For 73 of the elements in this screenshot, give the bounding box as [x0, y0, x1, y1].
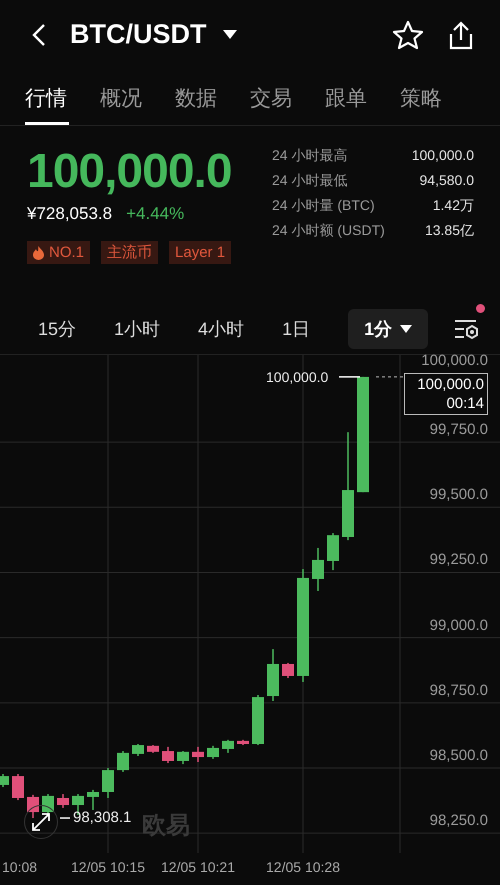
caret-icon[interactable] — [222, 30, 236, 40]
stat-value: 1.42万 — [432, 196, 474, 216]
candle — [327, 533, 339, 570]
stat-label: 24 小时最高 — [272, 146, 348, 166]
candle — [192, 746, 204, 762]
tag[interactable]: 主流币 — [101, 241, 158, 264]
candle — [12, 774, 24, 800]
candle — [237, 740, 249, 746]
interval-tab[interactable]: 1小时 — [114, 309, 160, 349]
tab[interactable]: 跟单 — [325, 70, 400, 126]
tab[interactable]: 交易 — [250, 70, 325, 126]
stat-value: 13.85亿 — [424, 221, 474, 240]
tag[interactable]: NO.1 — [27, 241, 90, 264]
caret-icon — [400, 325, 412, 333]
tab[interactable]: 概况 — [100, 70, 175, 126]
stat-label: 24 小时最低 — [272, 171, 348, 190]
stat-value: 94,580.0 — [420, 171, 474, 190]
flame-icon — [33, 246, 44, 260]
indicator-settings-icon[interactable] — [454, 318, 480, 340]
axis-label: 12/05 10:15 — [71, 859, 145, 875]
axis-label: 98,750.0 — [430, 682, 488, 700]
high-marker-label: 100,000.0 — [266, 368, 328, 386]
stat-label: 24 小时额 (USDT) — [272, 221, 385, 240]
axis-label: 12/05 10:21 — [161, 859, 235, 875]
pair-title[interactable]: BTC/USDT — [70, 19, 206, 50]
candle — [177, 751, 189, 764]
candle — [87, 790, 99, 810]
interval-tab[interactable]: 15分 — [38, 309, 76, 349]
interval-tab[interactable]: 1分 — [348, 309, 428, 349]
tab[interactable]: 数据 — [175, 70, 250, 126]
interval-tab[interactable]: 4小时 — [198, 309, 244, 349]
high-marker-line — [339, 376, 360, 378]
stat-label: 24 小时量 (BTC) — [272, 196, 375, 216]
candle — [147, 745, 159, 753]
axis-label: 100,000.0 — [421, 352, 488, 370]
candle — [57, 794, 69, 808]
axis-label: 99,750.0 — [430, 421, 488, 440]
last-price: 100,000.0 — [27, 144, 233, 200]
stat-value: 100,000.0 — [412, 146, 474, 166]
share-icon[interactable] — [448, 20, 474, 50]
back-icon[interactable] — [32, 22, 46, 47]
axis-label: 10:08 — [2, 859, 38, 875]
axis-label: 12/05 10:28 — [266, 859, 340, 875]
candle — [102, 768, 114, 798]
candle — [282, 662, 294, 678]
countdown: 00:14 — [446, 394, 484, 413]
interval-tab[interactable]: 1日 — [282, 309, 310, 349]
axis-label: 99,250.0 — [430, 551, 488, 570]
expand-button[interactable] — [24, 805, 58, 839]
last-price-value: 100,000.0 — [417, 374, 484, 394]
candle — [207, 746, 219, 759]
low-marker-line — [60, 817, 70, 819]
axis-label: 98,250.0 — [430, 812, 488, 830]
tag[interactable]: Layer 1 — [169, 241, 232, 264]
candle — [117, 751, 129, 772]
candle — [252, 695, 264, 746]
candle — [312, 548, 324, 591]
candle — [267, 649, 279, 701]
axis-label: 98,500.0 — [430, 747, 488, 765]
candle — [0, 774, 9, 788]
expand-icon — [31, 812, 51, 832]
axis-label: 99,500.0 — [430, 486, 488, 504]
price-change: +4.44% — [126, 204, 184, 224]
cny-price: ¥728,053.8 — [27, 204, 112, 224]
axis-label: 99,000.0 — [430, 616, 488, 635]
candle — [132, 744, 144, 756]
tab[interactable]: 策略 — [400, 70, 475, 126]
candle — [162, 746, 174, 764]
star-icon[interactable] — [392, 20, 424, 50]
candle — [42, 794, 54, 814]
candle — [222, 740, 234, 753]
low-marker-label: 98,308.1 — [73, 809, 132, 828]
candle — [27, 794, 39, 818]
